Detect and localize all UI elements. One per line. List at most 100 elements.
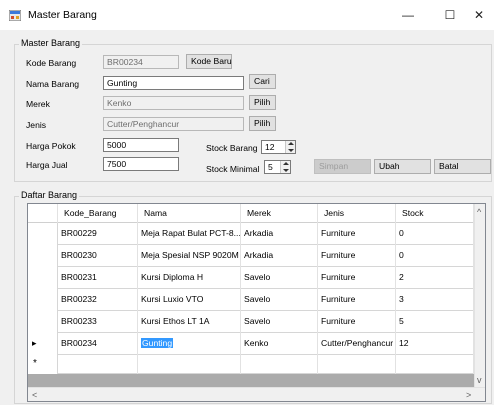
stock-barang-spin-arrows[interactable] — [285, 141, 295, 153]
table-row-new[interactable]: * — [28, 355, 485, 374]
table-row[interactable]: BR00231 Kursi Diploma H Savelo Furniture… — [28, 267, 485, 289]
kode-barang-field[interactable]: BR00234 — [103, 55, 179, 69]
cell-stock[interactable]: 0 — [396, 245, 474, 267]
cari-button[interactable]: Cari — [249, 74, 276, 89]
cell-nama[interactable]: Meja Spesial NSP 9020M — [138, 245, 241, 267]
row-header[interactable] — [28, 245, 58, 267]
row-header[interactable] — [28, 223, 58, 245]
cell-kode[interactable] — [58, 355, 138, 374]
column-header-kode[interactable]: Kode_Barang — [58, 204, 138, 223]
cell-stock[interactable]: 0 — [396, 223, 474, 245]
stock-minimal-label: Stock Minimal — [206, 164, 260, 174]
spin-down-icon[interactable] — [283, 169, 289, 172]
pilih-jenis-button[interactable]: Pilih — [249, 116, 276, 131]
column-header-jenis[interactable]: Jenis — [318, 204, 396, 223]
table-row[interactable]: BR00232 Kursi Luxio VTO Savelo Furniture… — [28, 289, 485, 311]
cell-stock[interactable]: 12 — [396, 333, 474, 355]
cell-nama[interactable]: Kursi Ethos LT 1A — [138, 311, 241, 333]
harga-jual-field[interactable]: 7500 — [103, 157, 179, 171]
cell-jenis[interactable]: Furniture — [318, 311, 396, 333]
current-row-arrow-icon: ▸ — [32, 338, 37, 348]
cell-kode[interactable]: BR00230 — [58, 245, 138, 267]
nama-barang-field[interactable]: Gunting — [103, 76, 244, 90]
cell-stock[interactable]: 2 — [396, 267, 474, 289]
simpan-button[interactable]: Simpan — [314, 159, 371, 174]
pilih-merek-button[interactable]: Pilih — [249, 95, 276, 110]
stock-minimal-stepper[interactable]: 5 — [264, 160, 291, 174]
table-row[interactable]: BR00233 Kursi Ethos LT 1A Savelo Furnitu… — [28, 311, 485, 333]
minimize-button[interactable]: — — [390, 3, 426, 27]
scroll-down-icon[interactable]: v — [477, 375, 482, 385]
barang-data-grid[interactable]: Kode_Barang Nama Merek Jenis Stock S BR0… — [27, 203, 486, 402]
kode-baru-button[interactable]: Kode Baru — [186, 54, 232, 69]
cell-nama[interactable] — [138, 355, 241, 374]
cell-merek[interactable]: Arkadia — [241, 245, 318, 267]
cell-merek[interactable]: Savelo — [241, 311, 318, 333]
column-header-merek[interactable]: Merek — [241, 204, 318, 223]
row-header[interactable] — [28, 289, 58, 311]
cell-jenis[interactable]: Cutter/Penghancur — [318, 333, 396, 355]
spin-up-icon[interactable] — [288, 142, 294, 145]
stock-minimal-spin-arrows[interactable] — [280, 161, 290, 173]
spin-up-icon[interactable] — [283, 162, 289, 165]
jenis-field[interactable]: Cutter/Penghancur — [103, 117, 244, 131]
master-barang-group-title: Master Barang — [19, 38, 83, 48]
row-header[interactable] — [28, 267, 58, 289]
cell-jenis[interactable]: Furniture — [318, 223, 396, 245]
vertical-scrollbar[interactable]: ^ v — [474, 204, 485, 388]
grid-header-row: Kode_Barang Nama Merek Jenis Stock S — [28, 204, 485, 223]
harga-pokok-label: Harga Pokok — [26, 141, 76, 151]
cell-nama[interactable]: Kursi Diploma H — [138, 267, 241, 289]
cell-merek[interactable]: Savelo — [241, 267, 318, 289]
app-form-icon — [9, 10, 21, 21]
row-header-current[interactable]: ▸ — [28, 333, 58, 355]
cell-stock[interactable]: 5 — [396, 311, 474, 333]
cell-nama[interactable]: Gunting — [138, 333, 241, 355]
stock-minimal-value: 5 — [268, 162, 273, 172]
cell-jenis[interactable]: Furniture — [318, 245, 396, 267]
maximize-button[interactable]: ☐ — [432, 3, 468, 27]
row-header[interactable] — [28, 311, 58, 333]
cell-kode[interactable]: BR00229 — [58, 223, 138, 245]
cell-kode[interactable]: BR00234 — [58, 333, 138, 355]
close-button[interactable]: ✕ — [474, 3, 494, 27]
cell-nama[interactable]: Kursi Luxio VTO — [138, 289, 241, 311]
cell-merek[interactable]: Savelo — [241, 289, 318, 311]
harga-pokok-field[interactable]: 5000 — [103, 138, 179, 152]
scroll-up-icon[interactable]: ^ — [477, 207, 481, 217]
merek-field[interactable]: Kenko — [103, 96, 244, 110]
horizontal-scrollbar[interactable]: < > — [28, 387, 485, 401]
column-header-stock[interactable]: Stock — [396, 204, 474, 223]
cell-jenis[interactable]: Furniture — [318, 267, 396, 289]
cell-merek[interactable]: Kenko — [241, 333, 318, 355]
row-header-new[interactable]: * — [28, 355, 58, 374]
stock-barang-stepper[interactable]: 12 — [261, 140, 296, 154]
cell-stock[interactable]: 3 — [396, 289, 474, 311]
cell-kode[interactable]: BR00231 — [58, 267, 138, 289]
ubah-button[interactable]: Ubah — [374, 159, 431, 174]
table-row[interactable]: BR00230 Meja Spesial NSP 9020M Arkadia F… — [28, 245, 485, 267]
grid-header-corner — [28, 204, 58, 223]
table-row[interactable]: BR00229 Meja Rapat Bulat PCT-8... Arkadi… — [28, 223, 485, 245]
harga-jual-label: Harga Jual — [26, 160, 68, 170]
cell-merek[interactable] — [241, 355, 318, 374]
cell-merek[interactable]: Arkadia — [241, 223, 318, 245]
cell-kode[interactable]: BR00232 — [58, 289, 138, 311]
kode-barang-label: Kode Barang — [26, 58, 77, 68]
nama-barang-label: Nama Barang — [26, 79, 80, 89]
column-header-nama[interactable]: Nama — [138, 204, 241, 223]
scroll-left-icon[interactable]: < — [32, 390, 37, 400]
title-bar: Master Barang — ☐ ✕ — [0, 0, 494, 30]
spin-down-icon[interactable] — [288, 149, 294, 152]
cell-jenis[interactable]: Furniture — [318, 289, 396, 311]
table-row-current[interactable]: ▸ BR00234 Gunting Kenko Cutter/Penghancu… — [28, 333, 485, 355]
cell-stock[interactable] — [396, 355, 474, 374]
stock-barang-label: Stock Barang — [206, 143, 258, 153]
scroll-right-icon[interactable]: > — [466, 390, 471, 400]
daftar-barang-group-title: Daftar Barang — [19, 190, 80, 200]
cell-kode[interactable]: BR00233 — [58, 311, 138, 333]
cell-nama[interactable]: Meja Rapat Bulat PCT-8... — [138, 223, 241, 245]
selected-cell-text: Gunting — [141, 338, 174, 348]
batal-button[interactable]: Batal — [434, 159, 491, 174]
cell-jenis[interactable] — [318, 355, 396, 374]
